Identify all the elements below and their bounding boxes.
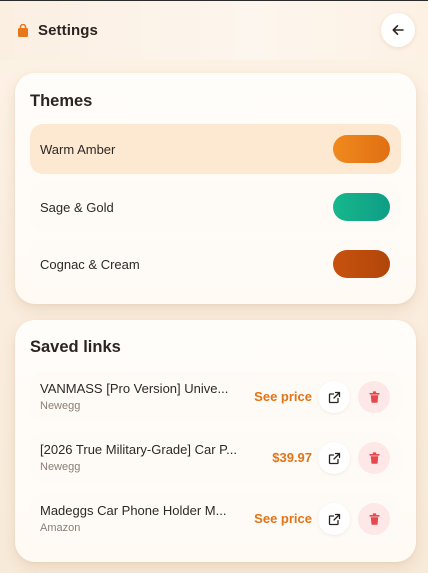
link-price[interactable]: See price xyxy=(254,389,312,404)
external-link-icon xyxy=(328,452,341,465)
themes-title: Themes xyxy=(30,92,93,110)
link-source: Newegg xyxy=(40,461,81,473)
open-link-button[interactable] xyxy=(318,442,350,474)
link-title[interactable]: [2026 True Military-Grade] Car P... xyxy=(40,442,252,457)
open-link-button[interactable] xyxy=(318,503,350,535)
trash-icon xyxy=(369,452,380,464)
theme-swatch[interactable] xyxy=(333,193,390,221)
delete-link-button[interactable] xyxy=(358,442,390,474)
themes-card: Themes Warm Amber Sage & Gold Cognac & C… xyxy=(15,73,416,304)
theme-option-warm-amber[interactable]: Warm Amber xyxy=(30,124,401,174)
saved-link-item[interactable]: Madeggs Car Phone Holder M... Amazon See… xyxy=(30,494,401,544)
trash-icon xyxy=(369,513,380,525)
saved-link-item[interactable]: VANMASS [Pro Version] Unive... Newegg Se… xyxy=(30,372,401,422)
trash-icon xyxy=(369,391,380,403)
shopping-bag-icon xyxy=(16,23,30,38)
page-title: Settings xyxy=(38,22,98,39)
external-link-icon xyxy=(328,391,341,404)
link-title[interactable]: Madeggs Car Phone Holder M... xyxy=(40,503,252,518)
theme-name: Sage & Gold xyxy=(40,199,114,215)
app-header: Settings xyxy=(0,1,428,60)
link-price[interactable]: See price xyxy=(254,511,312,526)
theme-name: Cognac & Cream xyxy=(40,256,140,272)
saved-links-title: Saved links xyxy=(30,338,121,356)
link-source: Newegg xyxy=(40,400,81,412)
arrow-left-icon xyxy=(391,23,405,37)
back-button[interactable] xyxy=(381,13,415,47)
open-link-button[interactable] xyxy=(318,381,350,413)
theme-name: Warm Amber xyxy=(40,141,116,157)
link-source: Amazon xyxy=(40,522,81,534)
external-link-icon xyxy=(328,513,341,526)
delete-link-button[interactable] xyxy=(358,503,390,535)
link-price: $39.97 xyxy=(272,450,312,465)
delete-link-button[interactable] xyxy=(358,381,390,413)
link-title[interactable]: VANMASS [Pro Version] Unive... xyxy=(40,381,252,396)
theme-option-sage-gold[interactable]: Sage & Gold xyxy=(30,182,401,232)
theme-option-cognac-cream[interactable]: Cognac & Cream xyxy=(30,239,401,289)
theme-swatch[interactable] xyxy=(333,250,390,278)
saved-link-item[interactable]: [2026 True Military-Grade] Car P... Newe… xyxy=(30,433,401,483)
theme-swatch[interactable] xyxy=(333,135,390,163)
saved-links-card: Saved links VANMASS [Pro Version] Unive.… xyxy=(15,320,416,562)
